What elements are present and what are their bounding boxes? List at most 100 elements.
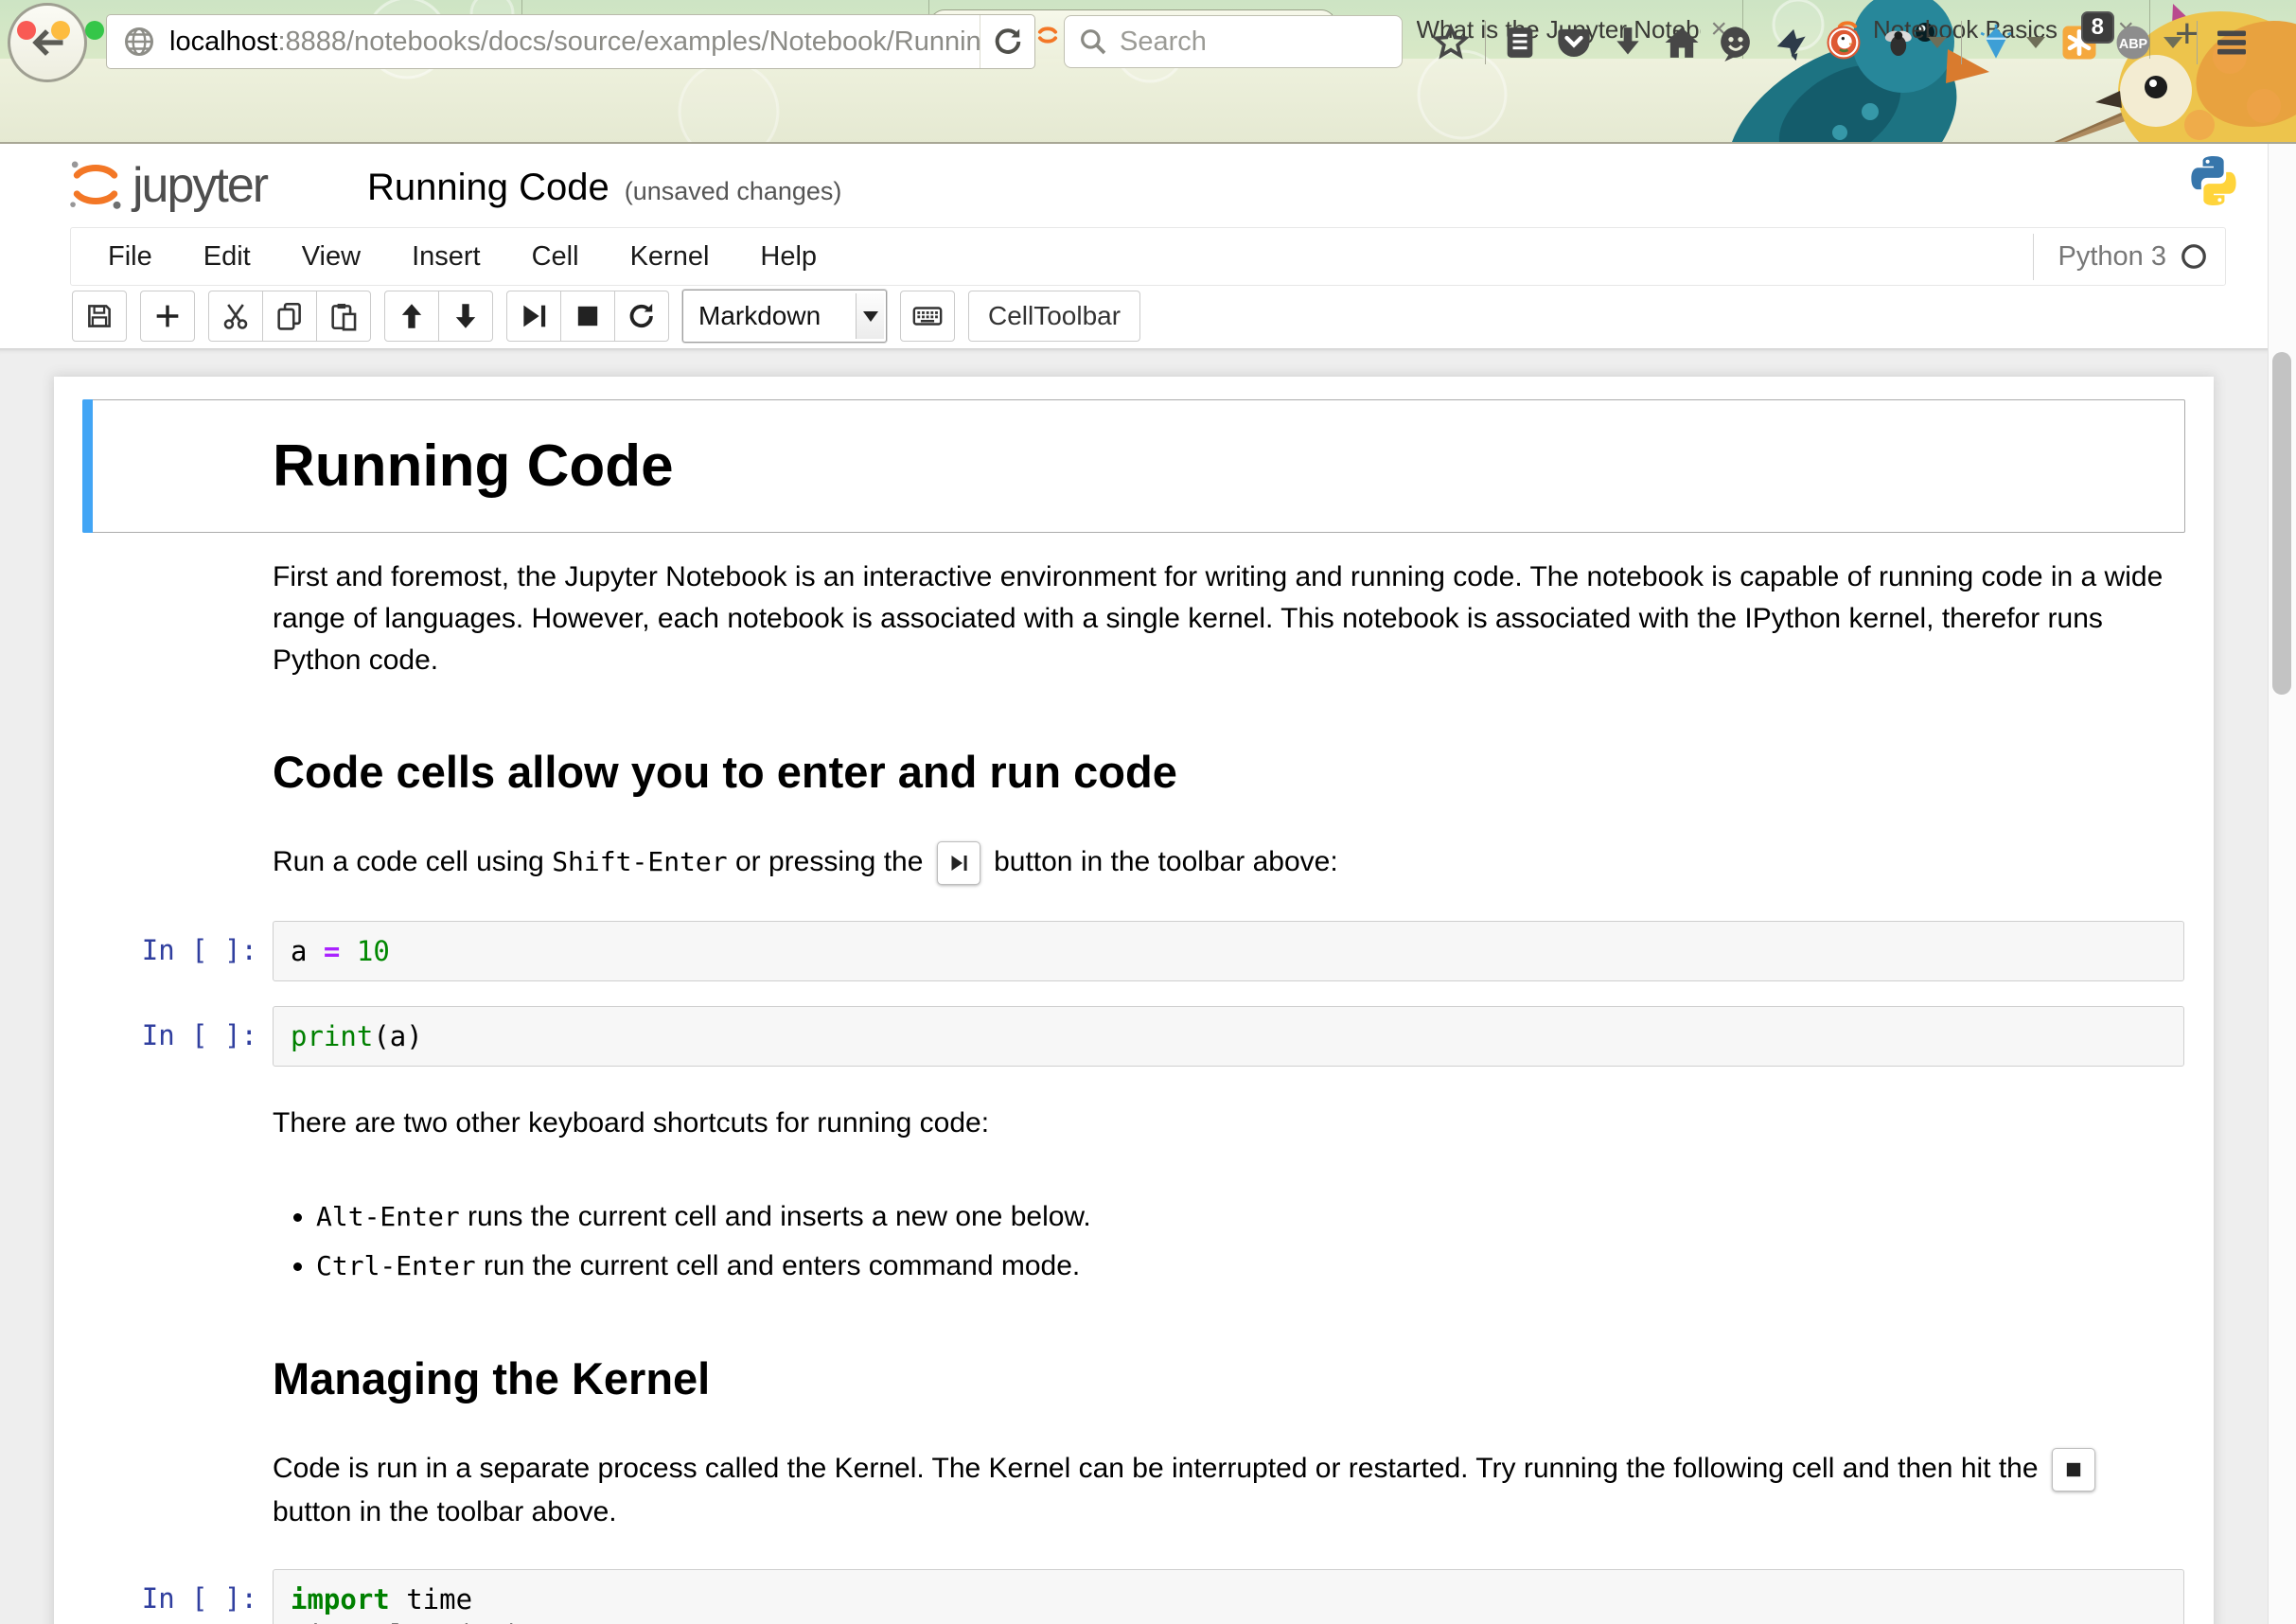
toolbar-icons: 8 ABP [1431,0,2290,85]
toolbar-divider [1961,21,1962,64]
cell-type-value: Markdown [698,301,821,331]
download-icon [1609,24,1647,62]
url-host: localhost [169,26,277,57]
reload-icon [992,26,1024,58]
rendered-content: Code cells allow you to enter and run co… [273,746,2184,798]
paste-icon [327,300,360,332]
inline-run-button-image [937,841,980,885]
code-cell[interactable]: In [ ]:print(a) [82,994,2185,1079]
app-menu-button[interactable] [2212,23,2252,62]
menu-kernel[interactable]: Kernel [605,241,735,273]
dropdown-caret-icon[interactable] [2164,37,2182,48]
move-down-icon [450,300,482,332]
code-cell[interactable]: In [ ]:import timetime.sleep(10) [82,1557,2185,1624]
move-down-button[interactable] [438,291,493,342]
home-button[interactable] [1662,23,1702,62]
code-editor[interactable]: print(a) [273,1006,2184,1067]
insert-cell-button[interactable] [140,291,195,342]
paste-button[interactable] [316,291,371,342]
reading-list-button[interactable] [1500,23,1540,62]
url-text[interactable]: localhost:8888/notebooks/docs/source/exa… [169,26,980,58]
paragraph: Run a code cell using Shift-Enter or pre… [273,841,2184,885]
code-cell[interactable]: In [ ]:a = 10 [82,909,2185,994]
zoom-window-button[interactable] [85,21,104,40]
menu-edit[interactable]: Edit [178,241,276,273]
url-bar[interactable]: localhost:8888/notebooks/docs/source/exa… [106,14,1035,69]
fly-extension-button[interactable] [1878,23,1917,62]
code-editor[interactable]: a = 10 [273,921,2184,981]
toolbar-divider [2197,21,2198,64]
cut-button[interactable] [208,291,263,342]
duckduckgo-button[interactable] [1824,23,1863,62]
dropdown-caret-icon[interactable] [1928,37,1947,48]
save-button[interactable] [72,291,127,342]
dropdown-caret-icon[interactable] [2026,37,2045,48]
command-palette-button[interactable] [900,291,955,342]
markdown-cell[interactable]: Alt-Enter runs the current cell and inse… [82,1168,2185,1312]
reload-button[interactable] [980,15,1034,68]
globe-icon [122,25,156,59]
search-bar[interactable]: Search [1064,15,1403,68]
screenshot-button[interactable]: 8 [2059,23,2099,62]
markdown-cell[interactable]: Code is run in a separate process called… [82,1424,2185,1557]
notebook-title[interactable]: Running Code [367,167,609,209]
rendered-content: Running Code [273,432,2184,500]
cell-type-select[interactable]: Markdown [682,290,887,343]
text: There are two other keyboard shortcuts f… [273,1107,989,1139]
markdown-cell-selected[interactable]: Running Code [82,399,2185,533]
quantum-shape-button[interactable] [1770,23,1810,62]
move-up-button[interactable] [384,291,439,342]
markdown-cell[interactable]: Managing the Kernel [82,1312,2185,1424]
jupyter-logo[interactable]: jupyter [66,155,267,214]
notebook-header: jupyter Running Code (unsaved changes) [0,144,2296,227]
pocket-button[interactable] [1554,23,1594,62]
kernel-idle-icon [2180,242,2208,271]
celltoolbar-label: CellToolbar [988,301,1121,331]
markdown-cell[interactable]: Run a code cell using Shift-Enter or pre… [82,818,2185,909]
button-group [506,291,669,342]
notebook-title-area: Running Code (unsaved changes) [367,167,841,209]
app-menu-icon [2213,24,2251,62]
copy-button[interactable] [262,291,317,342]
jupyter-logo-icon [66,155,125,214]
empty-prompt [83,717,273,805]
rendered-markdown: Run a code cell using Shift-Enter or pre… [273,830,2184,896]
rendered-content: There are two other keyboard shortcuts f… [273,1103,2184,1144]
celltoolbar-button[interactable]: CellToolbar [968,291,1140,342]
menu-view[interactable]: View [276,241,386,273]
markdown-cell[interactable]: Code cells allow you to enter and run co… [82,705,2185,818]
menu-insert[interactable]: Insert [386,241,506,273]
vertical-scrollbar[interactable] [2268,144,2296,1624]
menu-help[interactable]: Help [734,241,842,273]
kernel-name: Python 3 [2058,241,2166,273]
notebook-toolbar: Markdown CellToolbar [0,286,2296,346]
minimize-window-button[interactable] [51,21,70,40]
chat-button[interactable] [1716,23,1756,62]
restart-button[interactable] [614,291,669,342]
code-editor[interactable]: import timetime.sleep(10) [273,1569,2184,1624]
interrupt-button[interactable] [560,291,615,342]
bookmark-star-button[interactable] [1431,23,1471,62]
run-button[interactable] [506,291,561,342]
scrollbar-thumb[interactable] [2272,352,2291,695]
pocket-icon [1555,24,1593,62]
menu-file[interactable]: File [82,241,178,273]
close-window-button[interactable] [17,21,36,40]
rendered-markdown: Code is run in a separate process called… [273,1437,2184,1545]
button-group [384,291,493,342]
code-line: import time [291,1581,2166,1617]
menu-cell[interactable]: Cell [506,241,605,273]
empty-prompt [83,1437,273,1545]
toolbar-divider [1485,21,1486,64]
download-button[interactable] [1608,23,1648,62]
adblock-plus-button[interactable]: ABP [2113,23,2153,62]
rendered-content: Run a code cell using Shift-Enter or pre… [273,841,2184,885]
markdown-cell[interactable]: There are two other keyboard shortcuts f… [82,1079,2185,1168]
back-button[interactable] [8,3,87,82]
markdown-cell[interactable]: First and foremost, the Jupyter Notebook… [82,533,2185,705]
cut-icon [220,300,252,332]
reading-list-icon [1501,24,1539,62]
empty-prompt [83,419,273,513]
restart-icon [626,300,658,332]
gem-extension-button[interactable] [1976,23,2016,62]
